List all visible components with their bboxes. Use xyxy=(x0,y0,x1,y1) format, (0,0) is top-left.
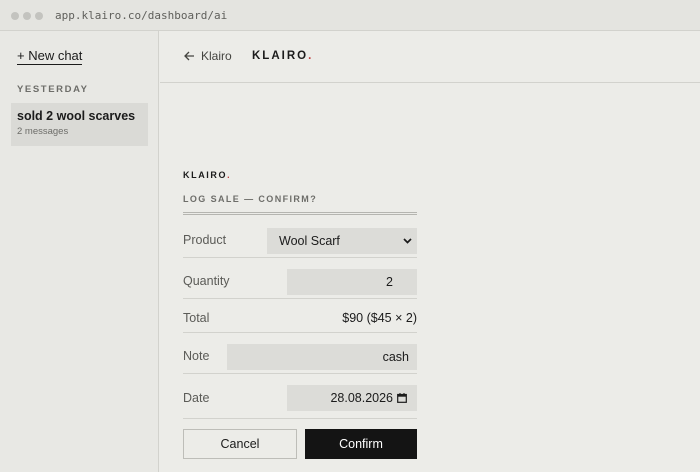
chat-title: sold 2 wool scarves xyxy=(17,109,136,123)
cancel-button[interactable]: Cancel xyxy=(183,429,297,459)
chevron-down-icon xyxy=(403,238,412,244)
address-bar-url[interactable]: app.klairo.co/dashboard/ai xyxy=(55,9,227,22)
note-input-value: cash xyxy=(382,350,409,364)
new-chat-button[interactable]: + New chat xyxy=(17,48,83,65)
sidebar: + New chat YESTERDAY sold 2 wool scarves… xyxy=(0,31,159,472)
product-label: Product xyxy=(183,233,227,247)
chat-message-count: 2 messages xyxy=(17,126,69,137)
note-label: Note xyxy=(183,349,210,363)
confirm-button[interactable]: Confirm xyxy=(305,429,417,459)
brand-name: KLAIRO xyxy=(252,50,309,62)
window-dot-icon xyxy=(23,12,31,20)
card-brand-dot: . xyxy=(227,170,232,180)
window-dot-icon xyxy=(35,12,43,20)
back-link-label: Klairo xyxy=(201,49,232,63)
date-input[interactable]: 28.08.2026 xyxy=(287,385,417,411)
date-input-value: 28.08.2026 xyxy=(330,391,393,405)
log-sale-card: KLAIRO. LOG SALE — CONFIRM? Product Wool… xyxy=(183,170,417,459)
window-dot-icon xyxy=(11,12,19,20)
brand-dot: . xyxy=(308,50,314,62)
arrow-left-icon xyxy=(184,51,194,61)
topbar: Klairo KLAIRO. xyxy=(160,31,700,83)
browser-bar: app.klairo.co/dashboard/ai xyxy=(0,0,700,31)
total-row: Total $90 ($45 × 2) xyxy=(183,299,417,333)
card-brand-name: KLAIRO xyxy=(183,170,228,180)
total-label: Total xyxy=(183,311,210,325)
note-row: Note cash xyxy=(183,333,417,374)
chat-history-item[interactable]: sold 2 wool scarves 2 messages xyxy=(11,103,148,146)
sidebar-section-label: YESTERDAY xyxy=(17,84,89,95)
date-row: Date 28.08.2026 xyxy=(183,374,417,419)
card-brand-logo: KLAIRO. xyxy=(183,170,417,180)
total-value: $90 ($45 × 2) xyxy=(342,311,417,325)
note-input[interactable]: cash xyxy=(227,344,417,370)
card-title: LOG SALE — CONFIRM? xyxy=(183,194,318,204)
back-link[interactable]: Klairo xyxy=(184,49,232,63)
quantity-input[interactable]: 2 xyxy=(287,269,417,295)
card-title-divider xyxy=(183,212,417,215)
calendar-icon[interactable] xyxy=(397,393,407,403)
brand-logo: KLAIRO. xyxy=(252,50,313,62)
quantity-label: Quantity xyxy=(183,274,230,288)
quantity-input-value: 2 xyxy=(386,275,393,289)
quantity-row: Quantity 2 xyxy=(183,258,417,299)
product-select-value: Wool Scarf xyxy=(279,234,340,248)
date-label: Date xyxy=(183,391,210,405)
product-select[interactable]: Wool Scarf xyxy=(267,228,417,254)
product-row: Product Wool Scarf xyxy=(183,217,417,258)
